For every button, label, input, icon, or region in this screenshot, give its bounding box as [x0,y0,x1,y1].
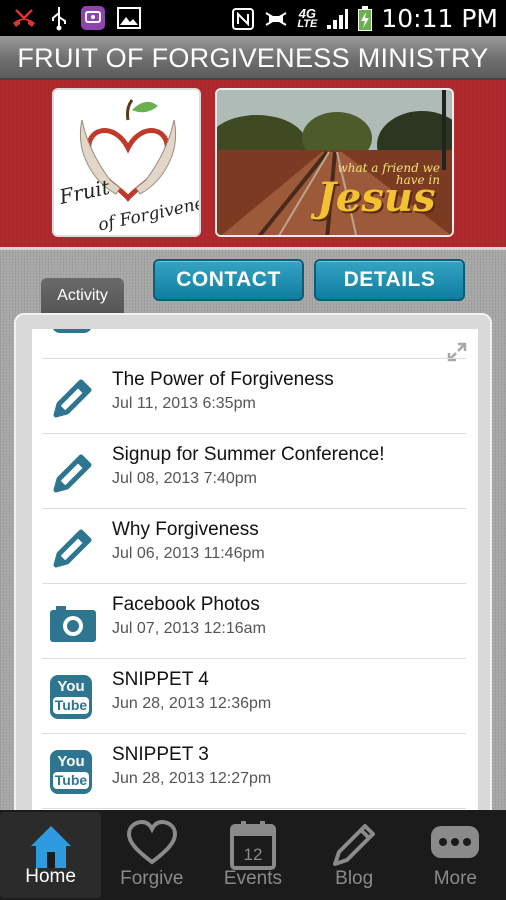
tab-activity[interactable]: Activity [41,278,124,314]
app-title: FRUIT OF FORGIVENESS MINISTRY [17,43,489,73]
item-title: SNIPPET 4 [112,669,209,690]
pencil-icon [53,454,92,493]
list-item[interactable]: Facebook Photos Jul 07, 2013 12:16am [42,583,466,658]
more-icon [431,826,480,858]
nav-label: More [433,868,477,889]
camera-icon [50,606,96,642]
list-item[interactable]: You Tube SNIPPET 4 Jun 28, 2013 12:36pm [42,658,466,733]
network-type: 4G LTE [297,5,318,30]
mute-icon [265,11,287,26]
list-item[interactable]: Why Forgiveness Jul 06, 2013 11:46pm [42,508,466,583]
item-date: Jul 08, 2013 7:40pm [112,470,257,487]
activity-panel: The Power of Forgiveness Jul 11, 2013 6:… [14,313,492,823]
pen-icon [333,824,376,866]
list-item[interactable]: Signup for Summer Conference! Jul 08, 20… [42,433,466,508]
nav-home[interactable]: Home [0,812,102,898]
item-title: SNIPPET 3 [112,744,209,765]
heart-icon [126,820,177,865]
activity-list[interactable]: The Power of Forgiveness Jul 11, 2013 6:… [32,329,478,815]
item-date: Jun 28, 2013 12:27pm [112,770,272,787]
youtube-icon: You Tube [50,675,92,719]
calendar-icon: 12 [229,821,276,870]
content-area: CONTACT DETAILS Activity The Power of Fo… [0,250,506,823]
item-date: Jun 28, 2013 12:36pm [112,695,272,712]
item-title: Facebook Photos [112,594,260,615]
item-date: Jul 06, 2013 11:46pm [112,545,265,562]
nfc-icon [232,7,255,30]
status-bar: 4G LTE 10:11 PM [0,0,506,36]
clock: 10:11 PM [381,4,498,33]
bottom-nav: Home Forgive 12 Events Blog More [0,810,506,900]
nav-label: Home [25,866,76,887]
details-button[interactable]: DETAILS [314,259,465,301]
title-bar: FRUIT OF FORGIVENESS MINISTRY [0,36,506,80]
item-date: Jul 11, 2013 6:35pm [112,395,256,412]
pencil-icon [53,379,92,418]
ministry-logo: Fruit of Forgiveness [52,88,201,237]
list-item[interactable]: The Power of Forgiveness Jul 11, 2013 6:… [42,358,466,433]
list-item[interactable]: You Tube SNIPPET 3 Jun 28, 2013 12:27pm [42,733,466,808]
pencil-icon [53,529,92,568]
contact-button[interactable]: CONTACT [153,259,304,301]
item-title: Signup for Summer Conference! [112,444,385,465]
usb-icon [52,7,66,31]
nav-events[interactable]: 12 Events [202,810,303,900]
railroad-photo: what a friend we have in Jesus [215,88,454,237]
battery-charging-icon [358,5,373,31]
banner: Fruit of Forgiveness what a friend we ha… [0,80,506,250]
item-title: The Power of Forgiveness [112,369,334,390]
nav-label: Forgive [120,868,184,889]
image-icon [117,7,141,29]
home-icon [30,826,71,868]
photo-caption-large: Jesus [317,174,436,221]
nav-blog[interactable]: Blog [304,810,405,900]
svg-text:12: 12 [244,845,263,864]
app-notification-icon [81,6,105,30]
nav-label: Blog [335,868,374,889]
item-date: Jul 07, 2013 12:16am [112,620,266,637]
youtube-icon: You Tube [50,750,92,794]
nav-more[interactable]: More [405,810,506,900]
nav-label: Events [223,868,283,889]
partial-row-icon [52,329,92,333]
item-title: Why Forgiveness [112,519,259,540]
missed-call-icon [13,9,35,27]
signal-icon [327,8,349,29]
nav-forgive[interactable]: Forgive [101,810,202,900]
